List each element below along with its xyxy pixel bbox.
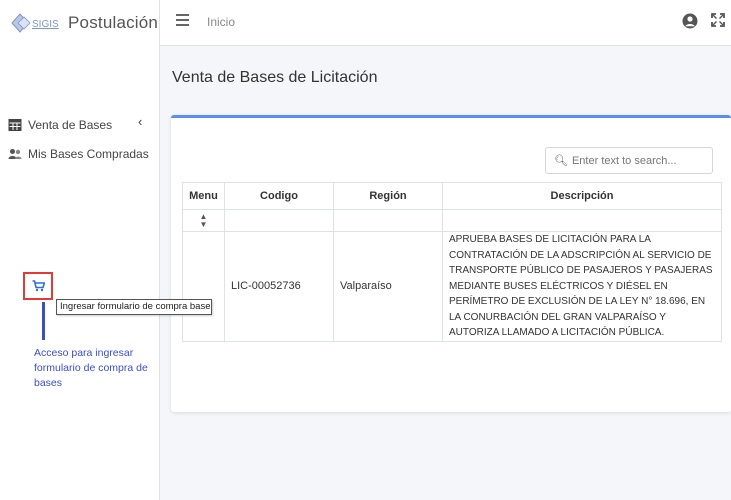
filter-descripcion[interactable] <box>442 209 722 232</box>
menu-icon[interactable] <box>176 14 189 26</box>
sort-arrows-icon[interactable]: ▲ ▼ <box>183 212 224 229</box>
shopping-cart-icon <box>32 280 45 292</box>
page-title: Venta de Bases de Licitación <box>172 69 378 86</box>
column-header-descripcion[interactable]: Descripción <box>442 182 722 210</box>
svg-text:SIGIS: SIGIS <box>32 19 59 30</box>
table-container: 🔍︎ Enter text to search... Menu Codigo R… <box>182 134 722 369</box>
search-placeholder: Enter text to search... <box>571 154 677 167</box>
users-icon <box>8 149 22 159</box>
column-header-region[interactable]: Región <box>333 182 443 210</box>
chevron-left-icon[interactable]: ‹ <box>138 114 142 129</box>
app-name: Postulación <box>68 13 159 32</box>
column-header-codigo[interactable]: Codigo <box>224 182 334 210</box>
filter-row: ▲ ▼ <box>182 209 722 232</box>
sidebar-item-venta-de-bases[interactable]: Venta de Bases <box>8 114 112 136</box>
brand[interactable]: SIGIS Postulación <box>0 0 160 46</box>
buy-bases-button[interactable] <box>23 272 53 300</box>
tooltip: Ingresar formulario de compra base <box>56 299 212 315</box>
main-content: Venta de Bases de Licitación 🔍︎ Enter te… <box>161 47 731 500</box>
search-icon: 🔍︎ <box>554 155 568 167</box>
table-header-row: Menu Codigo Región Descripción <box>182 182 722 210</box>
top-bar: SIGIS Postulación Inicio <box>0 0 731 46</box>
licitaciones-table: Menu Codigo Región Descripción ▲ ▼ LIC-0… <box>182 182 722 342</box>
column-header-menu[interactable]: Menu <box>182 182 225 210</box>
row-descripcion: APRUEBA BASES DE LICITACIÓN PARA LA CONT… <box>442 231 722 342</box>
search-input[interactable]: 🔍︎ Enter text to search... <box>545 147 713 174</box>
sidebar-item-label: Mis Bases Compradas <box>28 147 149 161</box>
user-icon[interactable] <box>682 12 698 30</box>
annotation-pointer <box>42 302 45 340</box>
row-menu-cell <box>182 231 225 342</box>
sort-cell[interactable]: ▲ ▼ <box>182 209 225 232</box>
row-region: Valparaíso <box>333 231 443 342</box>
filter-region[interactable] <box>333 209 443 232</box>
annotation-text: Acceso para ingresar formulario de compr… <box>34 347 148 389</box>
expand-icon[interactable] <box>711 13 725 27</box>
table-row: LIC-00052736 Valparaíso APRUEBA BASES DE… <box>182 231 722 342</box>
filter-codigo[interactable] <box>224 209 334 232</box>
sigis-logo: SIGIS <box>11 13 59 33</box>
table-icon <box>8 119 22 131</box>
row-codigo: LIC-00052736 <box>224 231 334 342</box>
sidebar-item-label: Venta de Bases <box>28 118 113 132</box>
licitaciones-card: 🔍︎ Enter text to search... Menu Codigo R… <box>171 115 731 412</box>
breadcrumb-inicio[interactable]: Inicio <box>207 15 235 29</box>
descripcion-text: APRUEBA BASES DE LICITACIÓN PARA LA CONT… <box>449 234 713 338</box>
sidebar-item-mis-bases-compradas[interactable]: Mis Bases Compradas <box>8 143 149 165</box>
